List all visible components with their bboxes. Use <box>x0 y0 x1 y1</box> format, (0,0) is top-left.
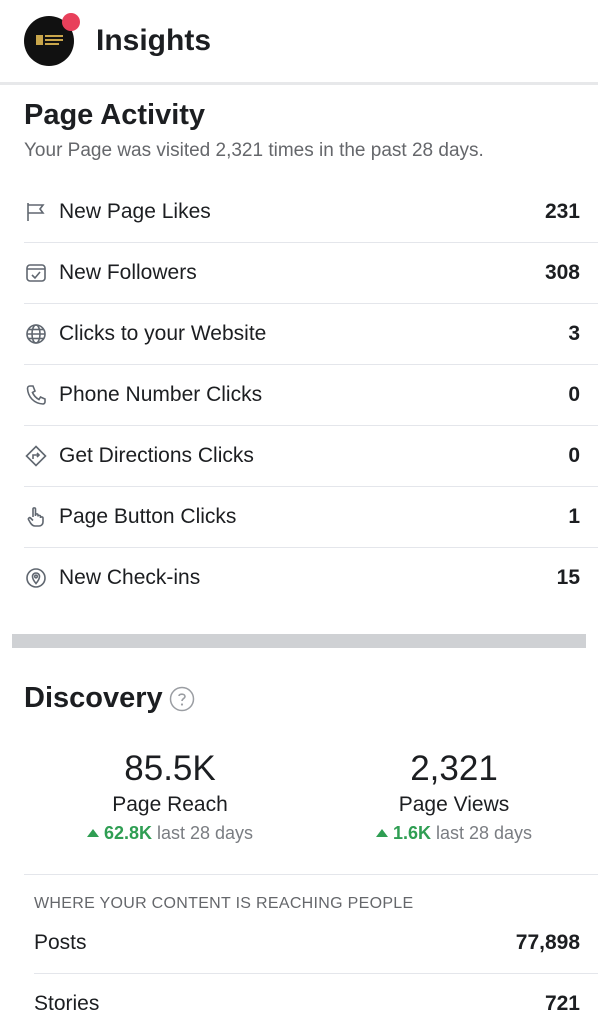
stat-change-value: 62.8K <box>103 823 152 843</box>
metric-row-check-ins[interactable]: New Check-ins 15 <box>24 548 598 608</box>
page-avatar[interactable] <box>24 13 80 66</box>
discovery-stats: 85.5K Page Reach 62.8K last 28 days 2,32… <box>0 749 598 844</box>
reach-list: Posts 77,898 Stories 721 <box>0 913 598 1034</box>
reach-heading: WHERE YOUR CONTENT IS REACHING PEOPLE <box>34 895 414 912</box>
globe-icon <box>24 322 48 346</box>
metric-value: 3 <box>568 322 580 345</box>
stat-page-reach[interactable]: 85.5K Page Reach 62.8K last 28 days <box>78 749 262 844</box>
metric-value: 1 <box>568 505 580 528</box>
stat-change-period: last 28 days <box>435 823 533 843</box>
phone-icon <box>24 383 48 407</box>
metric-row-button-clicks[interactable]: Page Button Clicks 1 <box>24 487 598 548</box>
metric-row-website-clicks[interactable]: Clicks to your Website 3 <box>24 304 598 365</box>
reach-row-posts[interactable]: Posts 77,898 <box>34 913 598 974</box>
metric-value: 0 <box>568 383 580 406</box>
reach-label: Stories <box>34 992 100 1015</box>
page-title: Insights <box>96 24 212 57</box>
metric-label: Phone Number Clicks <box>59 383 263 406</box>
question-circle-icon[interactable] <box>169 686 195 712</box>
metric-row-directions-clicks[interactable]: Get Directions Clicks 0 <box>24 426 598 487</box>
directions-icon <box>24 444 48 468</box>
metric-label: Get Directions Clicks <box>59 444 254 467</box>
stat-value: 85.5K <box>124 749 216 788</box>
page-activity-subtitle: Your Page was visited 2,321 times in the… <box>24 140 484 161</box>
section-divider <box>12 634 586 648</box>
tap-icon <box>24 505 48 529</box>
metric-value: 0 <box>568 444 580 467</box>
stat-change: 1.6K last 28 days <box>362 823 546 844</box>
discovery-title: Discovery <box>24 682 163 714</box>
stat-page-views[interactable]: 2,321 Page Views 1.6K last 28 days <box>362 749 546 844</box>
metrics-list: New Page Likes 231 New Followers 308 Cli… <box>0 182 598 608</box>
reach-value: 721 <box>544 992 580 1015</box>
stat-label: Page Views <box>398 793 510 816</box>
stat-value: 2,321 <box>410 749 498 788</box>
stat-change-value: 1.6K <box>392 823 431 843</box>
metric-label: New Check-ins <box>59 566 201 589</box>
stat-label: Page Reach <box>112 793 228 816</box>
metric-label: New Page Likes <box>59 200 211 223</box>
metric-row-new-page-likes[interactable]: New Page Likes 231 <box>24 182 598 243</box>
stat-change: 62.8K last 28 days <box>78 823 262 844</box>
metric-value: 231 <box>544 200 580 223</box>
up-arrow-icon <box>375 829 388 837</box>
notification-dot <box>62 13 80 31</box>
reach-value: 77,898 <box>515 931 580 954</box>
inbox-check-icon <box>24 261 48 285</box>
metric-label: New Followers <box>59 261 197 284</box>
metric-row-phone-clicks[interactable]: Phone Number Clicks 0 <box>24 365 598 426</box>
reach-row-stories[interactable]: Stories 721 <box>34 974 598 1034</box>
discovery-header: Discovery <box>24 682 598 715</box>
metric-label: Page Button Clicks <box>59 505 237 528</box>
metric-label: Clicks to your Website <box>59 322 267 345</box>
stat-change-period: last 28 days <box>157 823 254 843</box>
reach-divider <box>24 874 598 875</box>
header-divider <box>0 82 598 85</box>
metric-value: 308 <box>544 261 580 284</box>
reach-label: Posts <box>34 931 87 954</box>
metric-row-new-followers[interactable]: New Followers 308 <box>24 243 598 304</box>
up-arrow-icon <box>86 829 99 837</box>
page-activity-title: Page Activity <box>24 99 206 131</box>
flag-icon <box>24 200 48 224</box>
location-pin-icon <box>24 566 48 590</box>
metric-value: 15 <box>556 566 580 589</box>
app-header: Insights <box>0 0 598 82</box>
